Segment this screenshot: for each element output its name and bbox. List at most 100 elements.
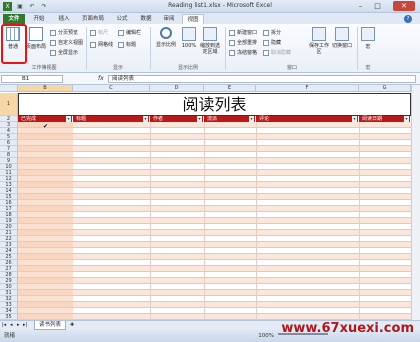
ruler-checkbox[interactable]: 标尺 <box>90 29 108 36</box>
hide-icon <box>263 39 269 46</box>
checkbox-icon <box>90 29 96 36</box>
save-icon[interactable]: ▣ <box>16 2 24 11</box>
split-button[interactable]: 拆分 <box>263 29 281 36</box>
split-icon <box>263 29 269 36</box>
tab-home[interactable]: 开始 <box>30 14 48 24</box>
page-layout-view-button[interactable]: 页面布局 <box>25 27 47 50</box>
freeze-panes-button[interactable]: 冻结窗格 <box>229 49 257 56</box>
hide-button[interactable]: 隐藏 <box>263 39 281 46</box>
worksheet[interactable]: B C D E F G 2 3 4 5 6 7 8 9 10 11 12 13 14 15 16 17 18 19… <box>0 85 420 320</box>
zoom-selection-icon <box>203 27 217 41</box>
insert-sheet-icon[interactable]: ✚ <box>70 322 74 328</box>
full-screen-button[interactable]: 全屏显示 <box>50 49 78 56</box>
arrange-all-label: 全部重排 <box>237 40 258 46</box>
page-layout-label: 页面布局 <box>25 44 46 50</box>
sheet-title-cell[interactable]: 阅读列表 <box>18 93 411 116</box>
tab-data[interactable]: 数据 <box>137 14 155 24</box>
zoom-level: 100% <box>258 333 274 339</box>
insert-function-button[interactable]: fx <box>98 75 104 82</box>
page-break-preview-button[interactable]: 分页预览 <box>50 29 78 36</box>
column-divider <box>256 122 257 320</box>
header-date-read-label: 阅读日期 <box>362 116 383 122</box>
header-title[interactable]: 标题 ▾ <box>73 116 150 122</box>
column-header-g[interactable]: G <box>359 85 411 92</box>
full-screen-icon <box>50 49 56 56</box>
unhide-button[interactable]: 取消隐藏 <box>263 49 291 56</box>
filter-dropdown-icon[interactable]: ▾ <box>404 116 409 122</box>
undo-icon[interactable]: ↶ <box>28 2 36 11</box>
filter-dropdown-icon[interactable]: ▾ <box>249 116 254 122</box>
minimize-button[interactable]: – <box>353 1 368 11</box>
sheet-nav-last-icon[interactable]: ▸| <box>23 322 27 328</box>
save-workspace-button[interactable]: 保存工作区 <box>308 27 330 55</box>
filter-dropdown-icon[interactable]: ▾ <box>352 116 357 122</box>
gridlines-checkbox[interactable]: 网格线 <box>90 41 113 48</box>
new-window-label: 新建窗口 <box>237 30 258 36</box>
zoom-100-label: 100% <box>181 43 197 49</box>
sheet-nav-next-icon[interactable]: ▸ <box>17 322 20 328</box>
formula-bar-checkbox[interactable]: 编辑栏 <box>118 29 141 36</box>
zoom-to-selection-button[interactable]: 缩放到选定区域 <box>198 27 222 55</box>
maximize-button[interactable]: □ <box>370 1 385 11</box>
name-box[interactable]: B1 <box>1 75 63 83</box>
zoom-button[interactable]: 显示比例 <box>153 27 179 48</box>
check-mark-cell[interactable]: ✔ <box>43 123 48 130</box>
gridlines-label: 网格线 <box>98 42 114 48</box>
ribbon: 普通 页面布局 分页预览 自定义视图 全屏显示 工作簿视图 标尺 编辑栏 网格线… <box>0 24 420 73</box>
tab-insert[interactable]: 插入 <box>55 14 73 24</box>
column-divider <box>204 122 205 320</box>
header-date-read[interactable]: 阅读日期 ▾ <box>359 116 411 122</box>
column-header-f[interactable]: F <box>256 85 359 92</box>
header-author[interactable]: 作者 ▾ <box>150 116 204 122</box>
filter-dropdown-icon[interactable]: ▾ <box>197 116 202 122</box>
header-genre-label: 流派 <box>207 116 218 122</box>
arrange-all-button[interactable]: 全部重排 <box>229 39 257 46</box>
column-header-b[interactable]: B <box>18 85 73 92</box>
normal-view-highlight <box>1 24 27 64</box>
sheet-nav-first-icon[interactable]: |◂ <box>2 322 6 328</box>
unhide-icon <box>263 49 269 56</box>
macros-icon <box>361 27 375 41</box>
watermark: www.67xuexi.com <box>281 321 414 336</box>
zoom-100-icon <box>182 27 196 41</box>
sheet-nav-prev-icon[interactable]: ◂ <box>10 322 13 328</box>
headings-label: 标题 <box>126 42 137 48</box>
header-title-label: 标题 <box>76 116 87 122</box>
sheet-tab-reading-list[interactable]: 读书列表 <box>34 321 67 330</box>
custom-views-button[interactable]: 自定义视图 <box>50 39 83 46</box>
filter-dropdown-icon[interactable]: ▾ <box>143 116 148 122</box>
group-label-zoom: 显示比例 <box>177 65 198 71</box>
formula-input[interactable]: 阅读列表 <box>108 75 416 83</box>
switch-windows-button[interactable]: 切换窗口 <box>330 27 354 49</box>
formula-bar-label: 编辑栏 <box>126 30 142 36</box>
help-icon[interactable]: ? <box>404 15 412 23</box>
arrange-icon <box>229 39 235 46</box>
select-all-corner[interactable] <box>0 85 18 92</box>
group-label-workbook-views: 工作簿视图 <box>31 65 57 71</box>
row-header[interactable]: 1 <box>0 93 18 116</box>
hide-label: 隐藏 <box>271 40 282 46</box>
split-label: 拆分 <box>271 30 282 36</box>
group-label-macros: 宏 <box>365 65 371 71</box>
column-header-e[interactable]: E <box>204 85 256 92</box>
new-window-button[interactable]: 新建窗口 <box>229 29 257 36</box>
zoom-100-button[interactable]: 100% <box>180 27 198 49</box>
new-window-icon <box>229 29 235 36</box>
tab-file[interactable]: 文件 <box>3 14 25 24</box>
column-header-c[interactable]: C <box>73 85 150 92</box>
header-genre[interactable]: 流派 ▾ <box>204 116 256 122</box>
group-label-show: 显示 <box>112 65 123 71</box>
tab-formulas[interactable]: 公式 <box>113 14 131 24</box>
column-header-d[interactable]: D <box>150 85 204 92</box>
tab-view[interactable]: 视图 <box>182 14 204 24</box>
tab-page-layout[interactable]: 页面布局 <box>78 14 108 24</box>
headings-checkbox[interactable]: 标题 <box>118 41 136 48</box>
freeze-icon <box>229 49 235 56</box>
tab-review[interactable]: 审阅 <box>160 14 178 24</box>
vertical-scrollbar[interactable] <box>411 85 420 320</box>
close-button[interactable]: ✕ <box>393 1 415 11</box>
macros-button[interactable]: 宏 <box>360 27 376 50</box>
header-comments[interactable]: 评论 ▾ <box>256 116 359 122</box>
column-divider <box>359 122 360 320</box>
redo-icon[interactable]: ↷ <box>40 2 48 11</box>
